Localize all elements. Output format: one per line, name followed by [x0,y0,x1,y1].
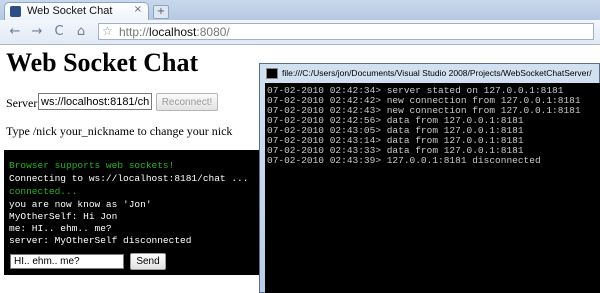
forward-arrow-icon[interactable]: → [28,24,46,40]
close-tab-icon[interactable]: × [134,4,142,15]
message-input[interactable] [10,254,124,269]
page-title: Web Socket Chat [6,48,199,77]
chat-log: Browser supports web sockets! Connecting… [4,150,270,275]
server-console-window[interactable]: file:///C:/Users/jon/Documents/Visual St… [259,63,600,293]
tab-title: Web Socket Chat [27,5,113,17]
chat-line: MyOtherSelf: Hi Jon [9,211,118,222]
browser-tab[interactable]: Web Socket Chat × [4,2,149,20]
console-app-icon [266,68,278,79]
reload-icon[interactable]: C [50,24,68,40]
home-icon[interactable]: ⌂ [72,24,90,40]
server-label: Server [6,96,38,110]
url-path: :8080/ [196,25,230,39]
chat-line: connected... [9,186,78,197]
send-button[interactable]: Send [130,253,166,270]
console-output: 07-02-2010 02:42:34> server stated on 12… [265,83,600,293]
chat-line: server: MyOtherSelf disconnected [9,235,192,246]
chat-line: you are now know as 'Jon' [9,199,152,210]
chat-line: Browser supports web sockets! [9,160,175,171]
nick-instruction: Type /nick your_nickname to change your … [6,124,233,138]
url-host: localhost [149,25,197,39]
url-scheme: http:// [119,25,150,39]
reconnect-button[interactable]: Reconnect! [156,93,218,111]
server-url-input[interactable] [38,93,152,110]
tab-strip: Web Socket Chat × + [0,0,600,20]
bookmark-star-icon[interactable]: ☆ [102,24,113,38]
back-arrow-icon[interactable]: ← [6,24,24,40]
chat-line: me: HI.. ehm.. me? [9,223,112,234]
console-window-title: file:///C:/Users/jon/Documents/Visual St… [282,68,592,78]
console-line: 07-02-2010 02:43:39> 127.0.0.1:8181 disc… [267,155,541,166]
favicon-icon [10,6,21,17]
chat-line: Connecting to ws://localhost:8181/chat .… [9,173,249,184]
browser-toolbar: ← → C ⌂ ☆ http://localhost:8080/ [0,20,600,45]
url-text: http://localhost:8080/ [119,25,230,39]
address-bar[interactable]: ☆ http://localhost:8080/ [98,23,594,40]
new-tab-button[interactable]: + [153,5,169,19]
